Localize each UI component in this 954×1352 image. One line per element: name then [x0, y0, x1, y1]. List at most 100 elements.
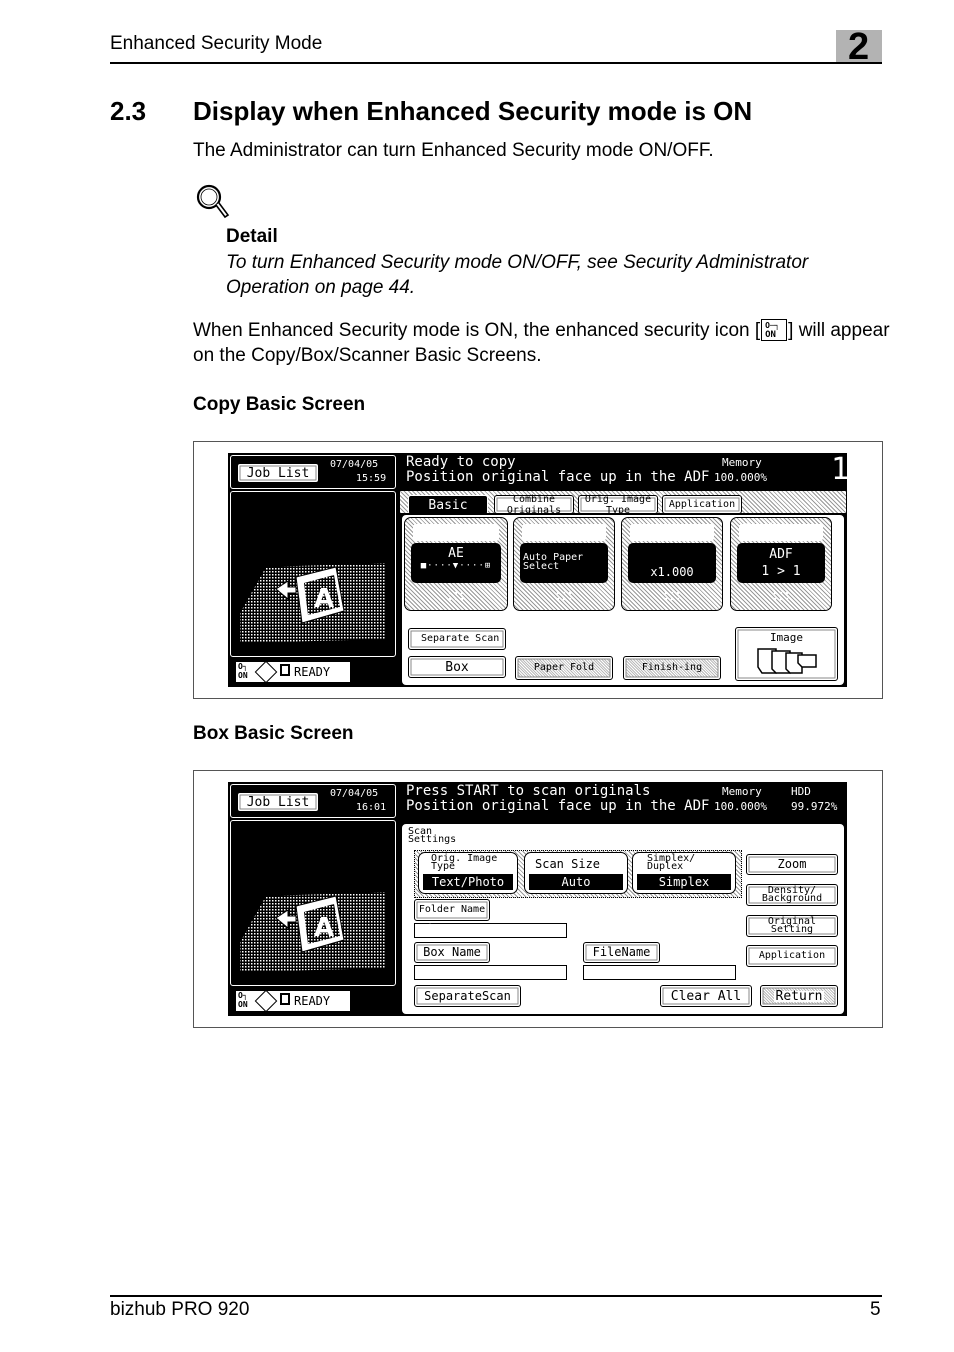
- refresh-icon: [254, 989, 278, 1013]
- status-text: READY: [294, 665, 331, 679]
- memory-label: Memory: [722, 785, 762, 798]
- tab-basic[interactable]: Basic: [408, 495, 488, 515]
- zoom-value-panel: x1.000: [628, 543, 716, 583]
- paper-fold-button[interactable]: Paper Fold: [515, 656, 613, 680]
- file-name-field[interactable]: 050506: [583, 965, 736, 980]
- date-text: 07/04/05: [330, 788, 379, 799]
- memory-label: Memory: [722, 456, 762, 469]
- drag-handle-icon: [663, 590, 681, 602]
- application-button[interactable]: Application: [746, 945, 838, 967]
- message-line-2: Position original face up in the ADF: [406, 469, 710, 485]
- scan-size-setting[interactable]: Scan Size Auto: [524, 852, 628, 894]
- memory-value: 100.000%: [714, 471, 767, 484]
- density-label: Density: [413, 524, 499, 541]
- scan-settings-label: Scan Settings: [408, 826, 457, 845]
- security-icon-paragraph: When Enhanced Security mode is ON, the e…: [193, 318, 893, 368]
- simplex-duplex-label: Simplex/ Duplex: [647, 853, 696, 872]
- svg-text:A: A: [314, 584, 334, 614]
- drag-handle-icon: [772, 590, 790, 602]
- return-label: Return: [773, 988, 825, 1004]
- simplex-duplex-value: ADF: [769, 547, 793, 562]
- zoom-label: Zoom: [630, 524, 714, 541]
- message-line-2: Position original face up in the ADF: [406, 798, 710, 814]
- drag-handle-icon: [447, 590, 465, 602]
- paper-value: Auto Paper Select: [523, 552, 584, 572]
- copy-screen-lcd: Job List 07/04/05 15:59 Ready to copy Po…: [228, 452, 850, 687]
- section-title: Display when Enhanced Security mode is O…: [193, 96, 753, 126]
- security-on-label: ON: [238, 1000, 248, 1009]
- security-on-icon: O┐ ON: [238, 662, 248, 680]
- time-text: 15:59: [356, 473, 387, 484]
- monitor-icon: [280, 664, 290, 676]
- original-setting-button[interactable]: Original Setting: [746, 915, 838, 937]
- simplex-duplex-value: Simplex: [637, 874, 731, 890]
- orig-image-type-label: Orig. Image Type: [431, 853, 498, 872]
- clear-all-button[interactable]: Clear All: [660, 985, 752, 1007]
- section-number: 2.3: [110, 96, 147, 126]
- refresh-icon: [254, 660, 278, 684]
- footer-page-number: 5: [870, 1299, 881, 1320]
- image-label: Image: [769, 631, 804, 644]
- simplex-duplex-label: Simplex/ Duplex: [739, 523, 823, 541]
- detail-text: To turn Enhanced Security mode ON/OFF, s…: [226, 252, 809, 298]
- hdd-label: HDD: [791, 785, 811, 798]
- footer-product: bizhub PRO 920: [110, 1299, 250, 1320]
- separate-scan-button[interactable]: SeparateScan: [414, 985, 521, 1007]
- image-pages-icon: [757, 648, 817, 674]
- drag-handle-icon: [555, 590, 573, 602]
- job-list-button[interactable]: Job List: [237, 792, 319, 812]
- file-name-button[interactable]: FileName: [583, 942, 660, 963]
- job-list-button[interactable]: Job List: [237, 463, 319, 483]
- scan-size-value: Auto: [529, 874, 623, 890]
- density-background-button[interactable]: Density/ Background: [746, 884, 838, 906]
- running-header-title: Enhanced Security Mode: [110, 33, 323, 54]
- folder-name-field[interactable]: Jim: [414, 923, 567, 938]
- density-value-panel: AE ■····▼····⊞: [411, 543, 501, 583]
- monitor-icon: [280, 993, 290, 1005]
- status-text: READY: [294, 994, 331, 1008]
- simplex-duplex-function[interactable]: Simplex/ Duplex ADF 1 > 1: [730, 517, 832, 611]
- box-name-button[interactable]: Box Name: [414, 942, 490, 963]
- security-on-icon: O┐ ON: [238, 991, 248, 1009]
- box-name-field[interactable]: b1: [414, 965, 567, 980]
- status-bar: O┐ ON READY: [236, 660, 350, 684]
- detail-label: Detail: [226, 226, 278, 247]
- adf-machine-illustration: A: [240, 563, 386, 643]
- return-button[interactable]: Return: [760, 985, 838, 1007]
- paragraph-text-before: When Enhanced Security mode is ON, the e…: [193, 320, 761, 341]
- box-screen-heading: Box Basic Screen: [193, 723, 354, 744]
- footer-rule: [110, 1295, 882, 1297]
- density-scale: ■····▼····⊞: [420, 561, 492, 571]
- key-glyph: O─┐: [765, 321, 780, 330]
- zoom-value: x1.000: [650, 565, 694, 579]
- security-on-label: ON: [238, 671, 248, 680]
- hdd-value: 99.972%: [791, 800, 838, 813]
- density-function[interactable]: Density AE ■····▼····⊞: [404, 517, 508, 611]
- status-bar: O┐ ON READY: [236, 989, 350, 1013]
- tab-combine-originals[interactable]: Combine Originals: [494, 494, 574, 516]
- separate-scan-button[interactable]: Separate Scan: [408, 628, 506, 650]
- orig-image-type-setting[interactable]: Orig. Image Type Text/Photo: [418, 852, 518, 894]
- folder-name-button[interactable]: Folder Name: [414, 899, 490, 921]
- paper-function[interactable]: Paper Auto Paper Select: [513, 517, 615, 611]
- paper-value-panel: Auto Paper Select: [520, 543, 608, 583]
- intro-text: The Administrator can turn Enhanced Secu…: [193, 140, 714, 161]
- simplex-duplex-setting[interactable]: Simplex/ Duplex Simplex: [632, 852, 736, 894]
- header-rule: [110, 62, 882, 64]
- memory-value: 100.000%: [714, 800, 767, 813]
- simplex-duplex-value-2: 1 > 1: [761, 564, 801, 579]
- box-button[interactable]: Box: [408, 656, 506, 678]
- zoom-function[interactable]: Zoom x1.000: [621, 517, 723, 611]
- message-line-1: Press START to scan originals: [406, 783, 651, 799]
- adf-machine-illustration: A: [240, 892, 386, 972]
- orig-image-type-value: Text/Photo: [423, 874, 513, 890]
- message-line-1: Ready to copy: [406, 454, 516, 470]
- box-screen-lcd: Job List 07/04/05 16:01 Press START to s…: [228, 782, 847, 1016]
- simplex-duplex-value-panel: ADF 1 > 1: [737, 543, 825, 583]
- zoom-button[interactable]: Zoom: [746, 854, 838, 875]
- tab-orig-image-type[interactable]: Orig. Image Type: [578, 494, 658, 516]
- tab-application[interactable]: Application: [662, 495, 742, 514]
- finishing-button[interactable]: Finish-ing: [623, 656, 721, 680]
- copies-count: 1: [831, 452, 850, 487]
- svg-text:A: A: [314, 913, 334, 943]
